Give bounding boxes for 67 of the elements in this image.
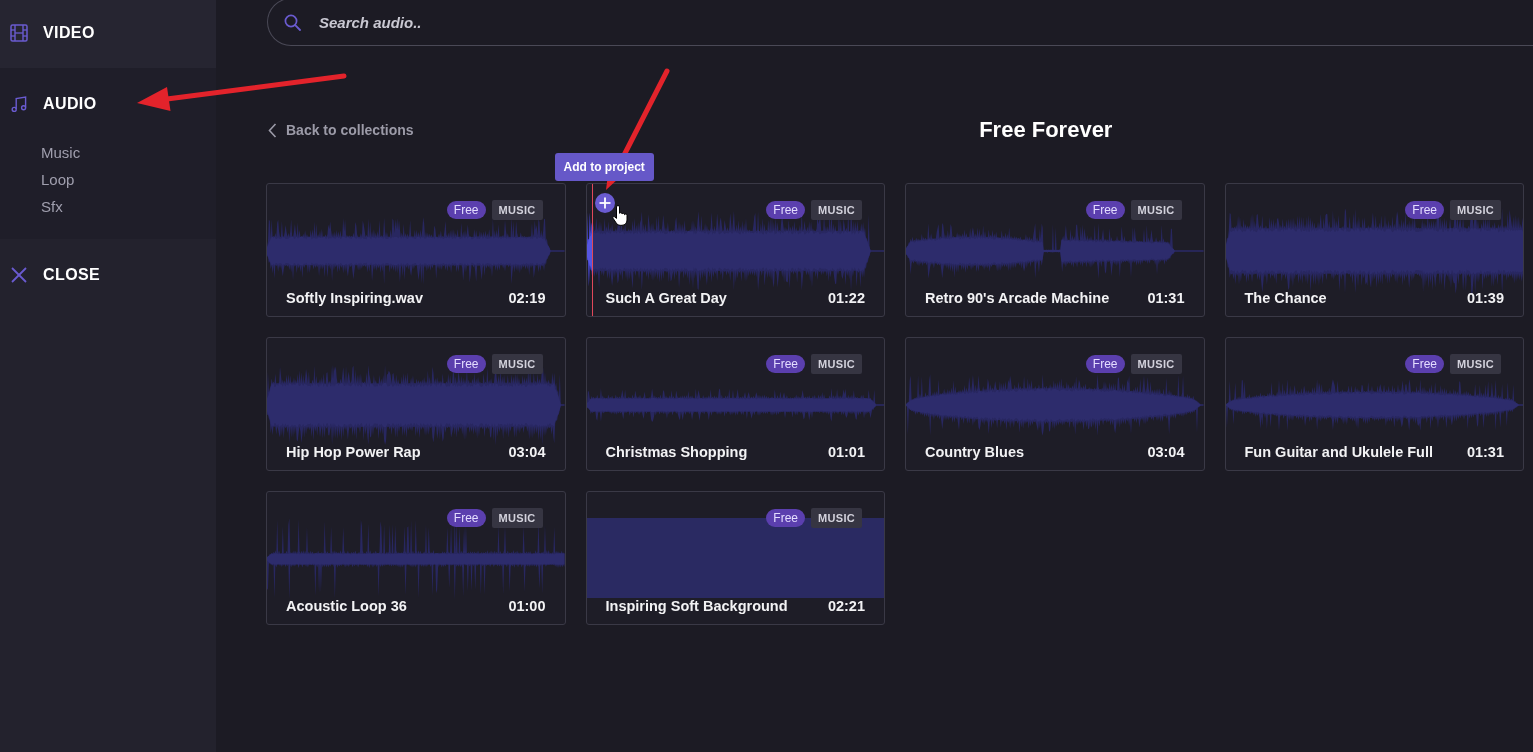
category-badge: MUSIC bbox=[491, 508, 543, 528]
audio-card[interactable]: Free MUSIC Country Blues 03:04 bbox=[905, 337, 1205, 471]
music-note-icon bbox=[10, 95, 28, 113]
track-duration: 02:21 bbox=[827, 598, 865, 614]
track-duration: 01:00 bbox=[508, 598, 546, 614]
track-duration: 01:31 bbox=[1466, 444, 1504, 460]
price-badge: Free bbox=[766, 509, 806, 527]
category-badge: MUSIC bbox=[1450, 200, 1501, 220]
price-badge: Free bbox=[766, 201, 806, 219]
track-duration: 03:04 bbox=[508, 444, 546, 460]
track-duration: 01:31 bbox=[1147, 290, 1185, 306]
track-duration: 01:22 bbox=[827, 290, 865, 306]
search-icon bbox=[284, 14, 301, 31]
tooltip: Add to project bbox=[554, 153, 654, 181]
hand-cursor-icon bbox=[611, 205, 628, 226]
track-title: Such A Great Day bbox=[605, 290, 727, 306]
price-badge: Free bbox=[1085, 201, 1125, 219]
track-title: Softly Inspiring.wav bbox=[286, 290, 423, 306]
submenu-item[interactable]: Sfx bbox=[41, 193, 63, 220]
sidebar-item[interactable]: VIDEO bbox=[10, 21, 95, 45]
track-title: The Chance bbox=[1244, 290, 1327, 306]
sidebar-item[interactable]: AUDIO bbox=[10, 92, 97, 116]
track-title: Hip Hop Power Rap bbox=[286, 444, 421, 460]
track-duration: 01:39 bbox=[1466, 290, 1504, 306]
collection-title: Free Forever bbox=[979, 117, 1113, 143]
close-icon bbox=[10, 266, 28, 284]
price-badge: Free bbox=[1405, 201, 1445, 219]
track-title: Christmas Shopping bbox=[605, 444, 748, 460]
category-badge: MUSIC bbox=[1130, 354, 1182, 374]
search-field[interactable]: Search audio.. bbox=[267, 0, 1533, 46]
audio-card[interactable]: Free MUSIC The Chance 01:39 bbox=[1224, 183, 1524, 317]
add-button[interactable] bbox=[594, 193, 615, 213]
track-duration: 02:19 bbox=[508, 290, 546, 306]
category-badge: MUSIC bbox=[1130, 200, 1182, 220]
plus-icon bbox=[598, 197, 611, 209]
track-title: Country Blues bbox=[925, 444, 1025, 460]
track-duration: 03:04 bbox=[1147, 444, 1185, 460]
audio-card[interactable]: Free MUSIC Acoustic Loop 36 01:00 bbox=[266, 491, 566, 625]
track-title: Retro 90's Arcade Machine bbox=[925, 290, 1110, 306]
close-button[interactable]: CLOSE bbox=[10, 263, 101, 287]
track-title: Acoustic Loop 36 bbox=[286, 598, 407, 614]
price-badge: Free bbox=[446, 509, 486, 527]
category-badge: MUSIC bbox=[491, 354, 543, 374]
category-badge: MUSIC bbox=[1450, 354, 1501, 374]
audio-card[interactable]: Free MUSIC Christmas Shopping 01:01 bbox=[585, 337, 885, 471]
track-title: Fun Guitar and Ukulele Full bbox=[1244, 444, 1433, 460]
price-badge: Free bbox=[446, 355, 486, 373]
film-icon bbox=[10, 24, 28, 42]
price-badge: Free bbox=[1405, 355, 1445, 373]
audio-card[interactable]: Free MUSIC Softly Inspiring.wav 02:19 bbox=[266, 183, 566, 317]
category-badge: MUSIC bbox=[811, 354, 862, 374]
price-badge: Free bbox=[446, 201, 486, 219]
price-badge: Free bbox=[766, 355, 806, 373]
category-badge: MUSIC bbox=[811, 200, 862, 220]
back-link[interactable]: Back to collections bbox=[268, 122, 414, 138]
submenu-item[interactable]: Music bbox=[41, 139, 81, 166]
audio-card[interactable]: Free MUSIC Fun Guitar and Ukulele Full 01:31 bbox=[1224, 337, 1524, 471]
submenu-item[interactable]: Loop bbox=[41, 166, 75, 193]
track-title: Inspiring Soft Background bbox=[605, 598, 788, 614]
audio-card[interactable]: Free MUSIC Retro 90's Arcade Machine 01:31 bbox=[905, 183, 1205, 317]
track-duration: 01:01 bbox=[827, 444, 865, 460]
audio-card[interactable]: Free MUSIC Inspiring Soft Background 02:21 bbox=[585, 491, 885, 625]
price-badge: Free bbox=[1085, 355, 1125, 373]
audio-card[interactable]: Free MUSIC Hip Hop Power Rap 03:04 bbox=[266, 337, 566, 471]
chevron-left-icon bbox=[268, 122, 277, 138]
category-badge: MUSIC bbox=[491, 200, 543, 220]
category-badge: MUSIC bbox=[811, 508, 862, 528]
